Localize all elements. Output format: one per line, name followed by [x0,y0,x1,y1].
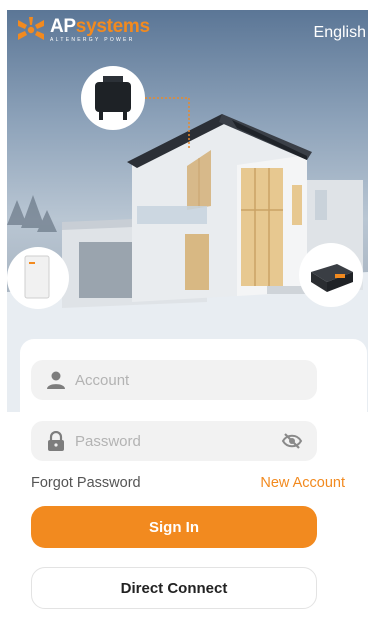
new-account-link[interactable]: New Account [260,475,345,491]
account-input[interactable] [75,360,275,400]
brand-name-ap: AP [50,15,76,37]
eye-off-icon[interactable] [281,431,303,451]
lock-icon [45,430,67,452]
language-selector[interactable]: English [314,24,366,42]
password-field[interactable] [31,421,317,461]
brand-wordmark: APsystems [50,15,150,37]
battery-unit-thumbnail [7,247,69,309]
person-icon [45,369,67,391]
account-field[interactable] [31,360,317,400]
sign-in-button[interactable]: Sign In [31,506,317,548]
direct-connect-button[interactable]: Direct Connect [31,567,317,609]
password-input[interactable] [75,421,275,461]
brand-name-systems: systems [75,15,150,37]
forgot-password-link[interactable]: Forgot Password [31,475,141,491]
microinverter-thumbnail [81,66,145,130]
apsystems-logo-icon [18,17,44,40]
brand-tagline: ALTENERGY POWER [50,36,135,43]
ecu-gateway-thumbnail [299,243,363,307]
brand-logo: APsystems ALTENERGY POWER [16,16,150,44]
